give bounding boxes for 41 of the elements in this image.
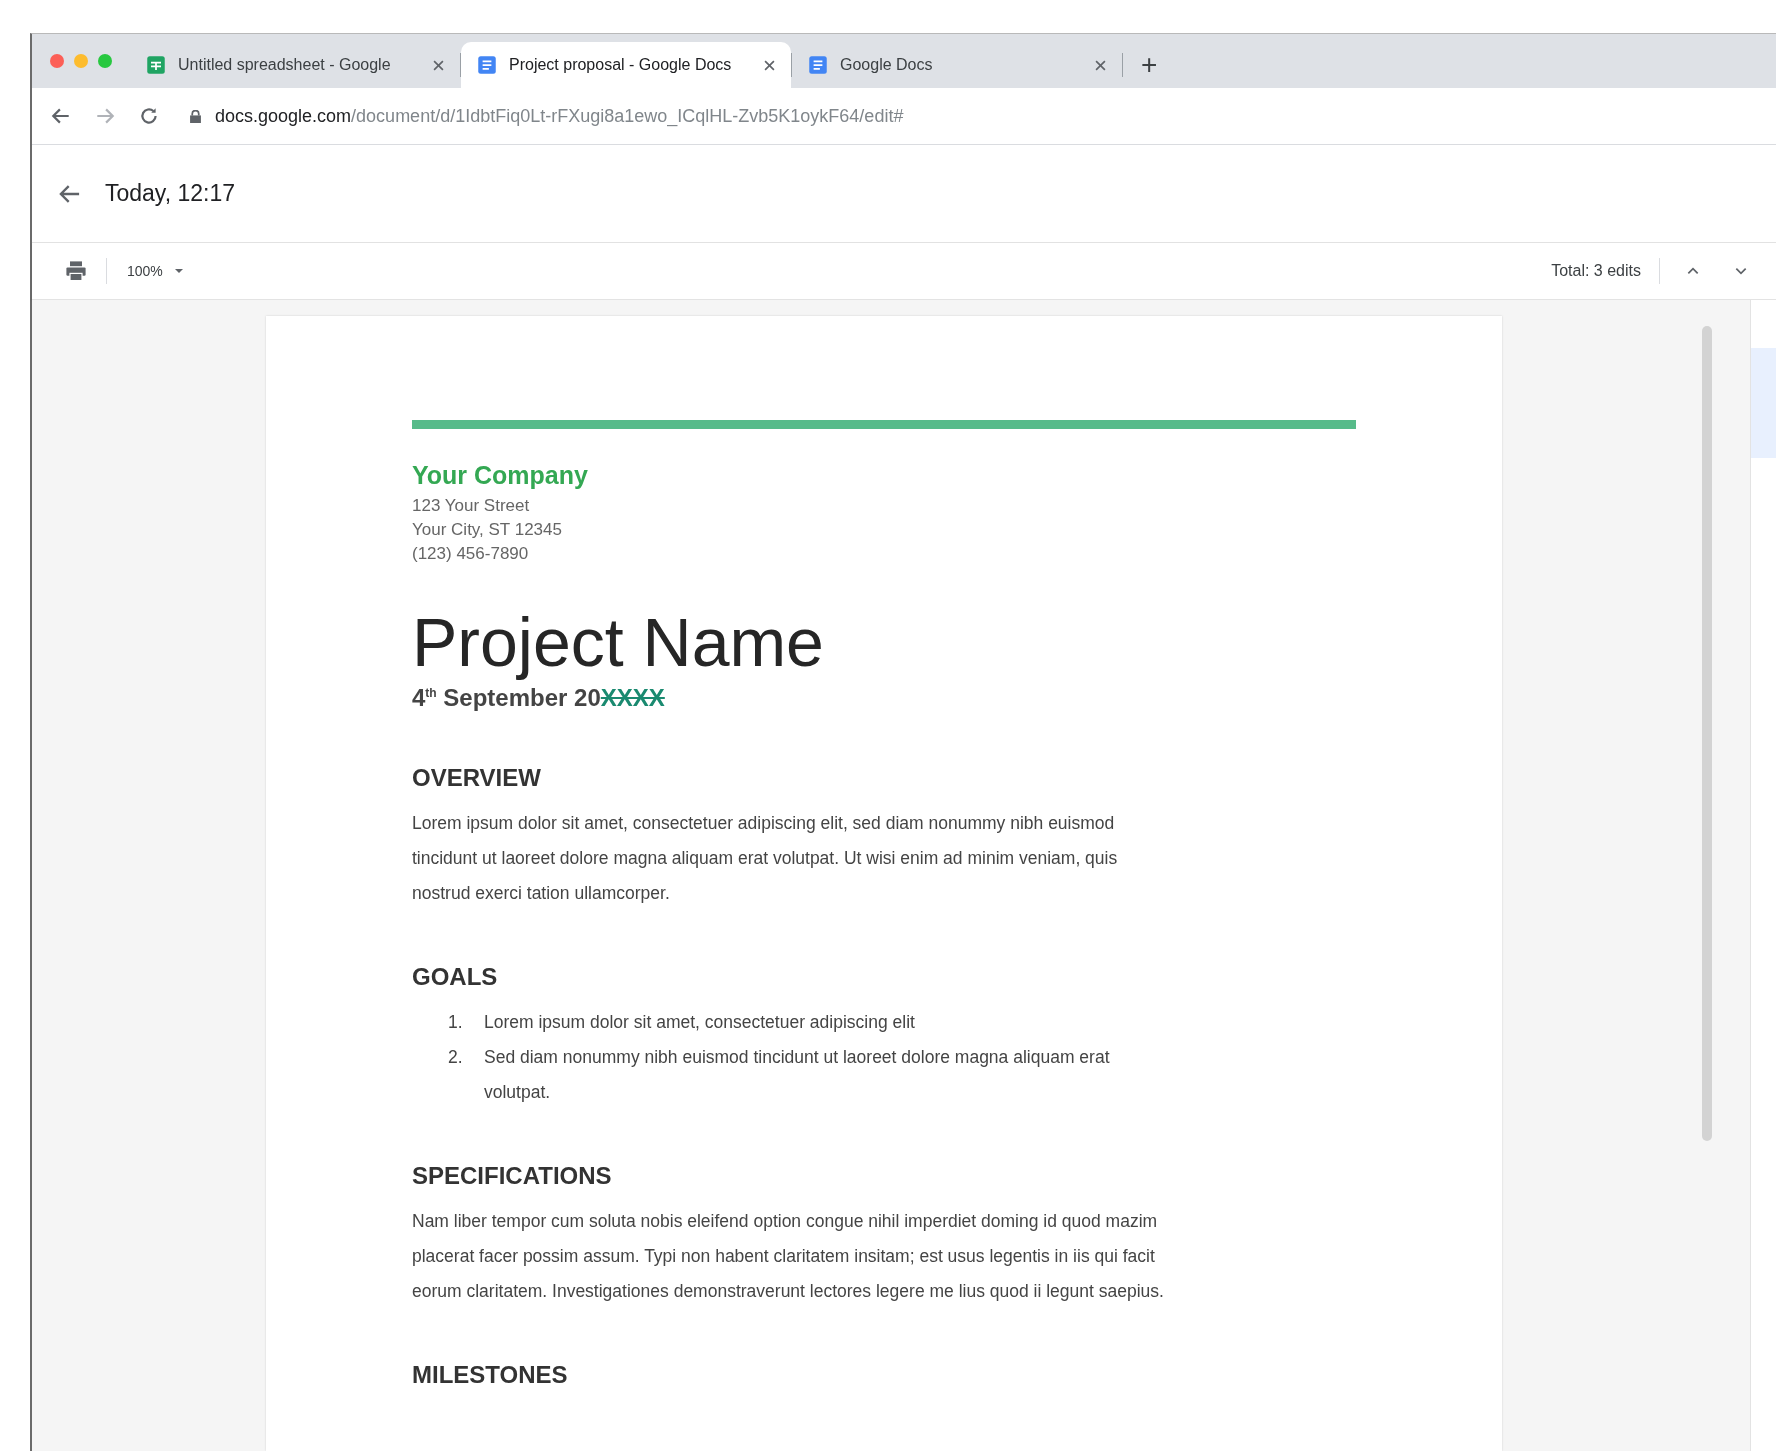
chevron-up-icon[interactable]	[1686, 266, 1700, 276]
close-icon[interactable]	[433, 59, 444, 71]
company-name: Your Company	[412, 461, 589, 490]
reload-icon[interactable]	[138, 105, 160, 127]
caret-icon	[174, 269, 183, 273]
url-path: /document/d/1IdbtFiq0Lt-rFXugi8a1ewo_ICqlHL-Zvb5K1oykF64/edit#	[351, 105, 904, 127]
edit-count: Total: 3 edits	[1551, 262, 1641, 280]
browser-tab[interactable]: Project proposal - Google Docs	[461, 42, 791, 88]
body-paragraph: Lorem ipsum dolor sit amet, consectetuer adipiscing elit, sed diam nonummy nibh euismod tincidunt ut laoreet dolore magna aliquam erat volutpat. Ut wisi enim ad minim veniam, quis nostrud exerci tation ullamcorper.	[412, 812, 1119, 905]
browser-tab[interactable]: Untitled spreadsheet - Google	[130, 42, 460, 88]
tab-title[interactable]: Untitled spreadsheet - Google	[178, 56, 421, 74]
url-host: docs.google.com	[215, 105, 352, 126]
tab-title[interactable]: Project proposal - Google Docs	[509, 56, 752, 74]
address-line: 123 Your Street	[412, 495, 531, 517]
lock-icon	[190, 109, 201, 123]
section-heading: MILESTONES	[412, 1361, 569, 1389]
document-icon	[477, 55, 497, 75]
chevron-down-icon[interactable]	[1734, 266, 1748, 276]
browser-tab[interactable]: Google Docs	[792, 42, 1122, 88]
address-line: Your City, ST 12345	[412, 519, 563, 541]
document-date: 4$^{th}$ September 20XXXX	[412, 684, 666, 712]
tab-title[interactable]: Google Docs	[840, 56, 1083, 74]
document-title: Project Name	[412, 603, 825, 682]
sheet-icon	[146, 55, 166, 75]
scrollbar[interactable]	[1702, 326, 1712, 1141]
section-heading: GOALS	[412, 963, 499, 991]
document-icon	[808, 55, 828, 75]
new-tab-button[interactable]: +	[1123, 51, 1176, 79]
address-field[interactable]: docs.google.com/document/d/1IdbtFiq0Lt-rFXugi8a1ewo_ICqlHL-Zvb5K1oykF64/edit#	[182, 105, 912, 127]
close-icon[interactable]	[764, 59, 775, 71]
print-icon[interactable]	[64, 259, 88, 283]
list-item-text: Lorem ipsum dolor sit amet, consectetuer adipiscing elit	[484, 1011, 915, 1034]
list-item-text: Sed diam nonummy nibh euismod tincidunt ut laoreet dolore magna aliquam erat volutpat.	[484, 1046, 1110, 1104]
address-line: (123) 456-7890	[412, 543, 530, 565]
close-window-button[interactable]	[50, 54, 64, 68]
zoom-dropdown[interactable]: 100%	[125, 259, 185, 283]
body-paragraph: Nam liber tempor cum soluta nobis eleifend option congue nihil imperdiet doming id quod mazim placerat facer possim assum. Typi non habent claritatem insitam; est usus legentis in iis qui facit eorum claritatem. Investigationes demonstraverunt lectores legere me lius quod ii legunt saepius.	[412, 1210, 1165, 1303]
revision-title: Today, 12:17	[105, 180, 235, 207]
section-heading: SPECIFICATIONS	[412, 1162, 613, 1190]
section-heading: OVERVIEW	[412, 764, 542, 792]
close-icon[interactable]	[1095, 59, 1106, 71]
